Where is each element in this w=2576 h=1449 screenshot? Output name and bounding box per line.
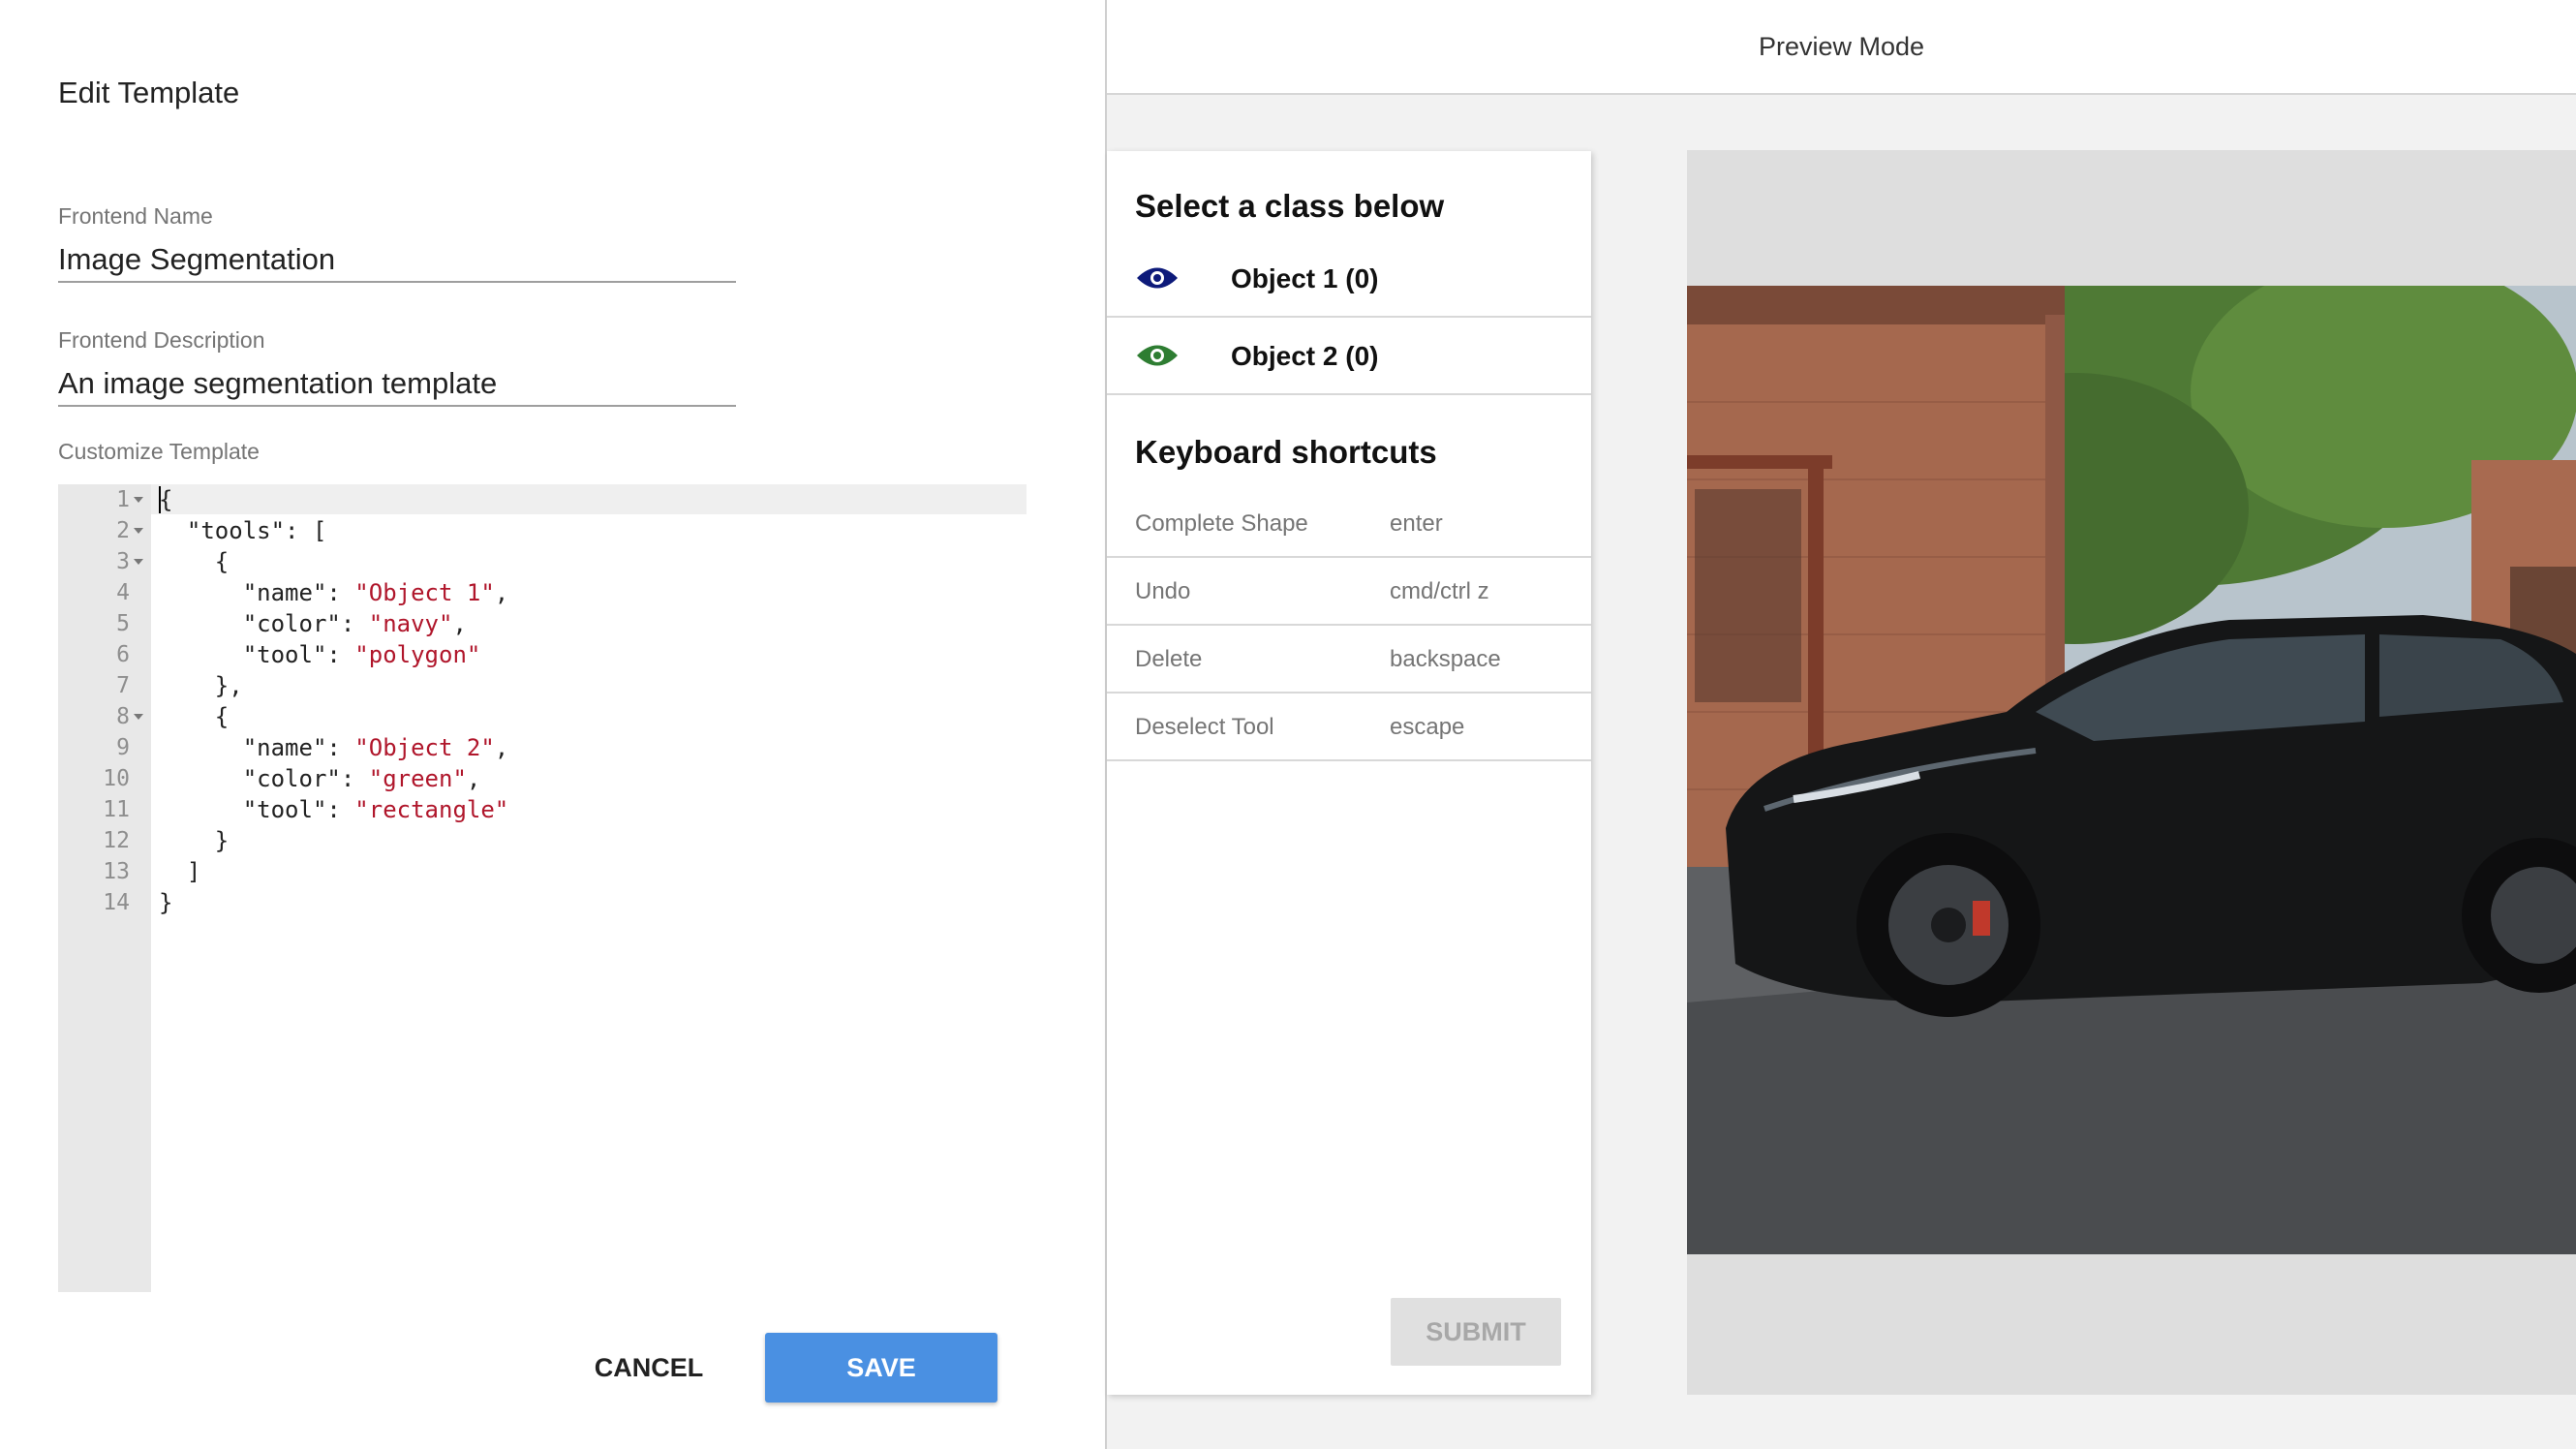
preview-title: Preview Mode: [1758, 32, 1925, 61]
page-title: Edit Template: [58, 76, 240, 109]
shortcut-action: Complete Shape: [1135, 510, 1308, 537]
select-class-heading: Select a class below: [1135, 188, 1445, 224]
line-number: 4: [116, 580, 130, 605]
edit-template-panel: Edit Template Frontend Name Image Segmen…: [0, 0, 1105, 1449]
shortcut-row: Delete backspace: [1107, 626, 1591, 694]
fold-toggle-icon[interactable]: [134, 559, 143, 565]
fold-toggle-icon[interactable]: [134, 714, 143, 720]
keyboard-shortcuts-heading: Keyboard shortcuts: [1135, 434, 1437, 470]
submit-button[interactable]: SUBMIT: [1391, 1298, 1561, 1366]
eye-icon[interactable]: [1135, 263, 1180, 293]
shortcut-row: Undo cmd/ctrl z: [1107, 558, 1591, 626]
car-photo-image[interactable]: [1687, 286, 2576, 1254]
image-canvas[interactable]: [1687, 150, 2576, 1395]
line-number: 14: [103, 890, 130, 915]
class-count: (0): [1345, 263, 1379, 293]
customize-template-label: Customize Template: [58, 439, 260, 464]
class-label: Object 2 (0): [1231, 318, 1379, 395]
frontend-description-input[interactable]: An image segmentation template: [58, 366, 736, 407]
class-selector-panel: Select a class below Object 1 (0) Object…: [1107, 151, 1591, 1395]
shortcut-key: backspace: [1390, 646, 1501, 672]
shortcut-action: Undo: [1135, 578, 1191, 604]
shortcut-action: Delete: [1135, 646, 1203, 672]
line-number: 11: [103, 797, 130, 822]
class-name: Object 2: [1231, 341, 1338, 371]
class-label: Object 1 (0): [1231, 240, 1379, 318]
line-number: 3: [116, 549, 130, 574]
line-number: 1: [116, 487, 130, 512]
line-number: 2: [116, 518, 130, 543]
frontend-name-label: Frontend Name: [58, 203, 213, 229]
shortcut-key: cmd/ctrl z: [1390, 578, 1489, 604]
preview-header: Preview Mode: [1107, 0, 2576, 95]
line-number: 13: [103, 859, 130, 884]
frontend-description-label: Frontend Description: [58, 327, 265, 353]
code-editor[interactable]: 1 2 3 4 5 6 7 8 9 10 11 12 13 14 { "tool…: [58, 484, 1027, 1292]
fold-toggle-icon[interactable]: [134, 497, 143, 503]
eye-icon[interactable]: [1135, 341, 1180, 370]
shortcut-action: Deselect Tool: [1135, 714, 1274, 740]
cancel-button[interactable]: CANCEL: [571, 1337, 726, 1399]
save-button[interactable]: SAVE: [765, 1333, 997, 1403]
class-name: Object 1: [1231, 263, 1338, 293]
shortcut-key: enter: [1390, 510, 1443, 537]
shortcut-row: Deselect Tool escape: [1107, 694, 1591, 761]
line-number: 7: [116, 673, 130, 698]
class-item-object-2[interactable]: Object 2 (0): [1107, 318, 1591, 395]
preview-panel: Preview Mode Select a class below Object…: [1107, 0, 2576, 1449]
fold-toggle-icon[interactable]: [134, 528, 143, 534]
line-number: 9: [116, 735, 130, 760]
shortcut-row: Complete Shape enter: [1107, 490, 1591, 558]
class-count: (0): [1345, 341, 1379, 371]
line-number: 12: [103, 828, 130, 853]
line-number: 8: [116, 704, 130, 729]
shortcut-key: escape: [1390, 714, 1465, 740]
line-number: 6: [116, 642, 130, 667]
frontend-name-input[interactable]: Image Segmentation: [58, 242, 736, 283]
line-number: 10: [103, 766, 130, 791]
line-number: 5: [116, 611, 130, 636]
code-content[interactable]: { "tools": [ { "name": "Object 1", "colo…: [159, 484, 508, 918]
class-item-object-1[interactable]: Object 1 (0): [1107, 240, 1591, 318]
